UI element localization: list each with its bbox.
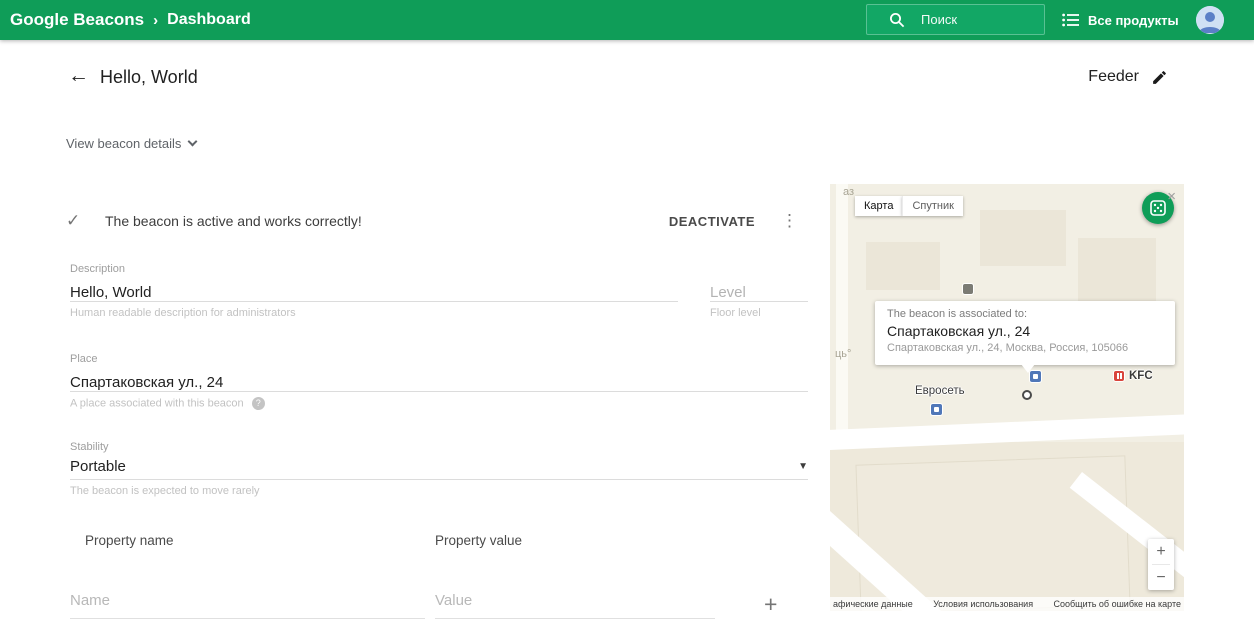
restaurant-icon (1113, 370, 1125, 382)
stability-helper: The beacon is expected to move rarely (70, 485, 260, 497)
stability-select[interactable]: Stability Portable ▼ The beacon is expec… (70, 441, 808, 497)
breadcrumb-google-beacons[interactable]: Google Beacons (10, 10, 144, 30)
registry-indicator: Feeder (1088, 68, 1168, 86)
stability-label: Stability (70, 441, 109, 453)
map-type-map-button[interactable]: Карта (855, 196, 903, 216)
property-name-header: Property name (85, 533, 174, 548)
street-label-fragment: аз (843, 186, 855, 198)
zoom-in-button[interactable]: + (1148, 539, 1174, 564)
avatar[interactable] (1196, 6, 1224, 34)
level-helper: Floor level (710, 307, 761, 319)
all-products-button[interactable]: Все продукты (1062, 0, 1179, 40)
place-helper: A place associated with this beacon ? (70, 397, 808, 410)
map-type-control: Карта Спутник (855, 196, 963, 216)
info-window-address: Спартаковская ул., 24, Москва, Россия, 1… (887, 342, 1129, 354)
property-value-input[interactable] (435, 592, 715, 619)
level-label-spacer (710, 263, 808, 283)
shop-marker-icon (930, 403, 943, 416)
street-label-fragment: ць° (835, 348, 852, 360)
back-button[interactable]: ← (68, 64, 89, 88)
search-input[interactable] (921, 12, 1044, 27)
attribution-data-label: афические данные (833, 599, 913, 609)
deactivate-button[interactable]: DEACTIVATE (669, 214, 755, 229)
page-title: Hello, World (100, 67, 198, 87)
map-building (866, 242, 940, 290)
property-name-input[interactable] (70, 592, 425, 619)
status-message: The beacon is active and works correctly… (105, 213, 362, 229)
poi-kfc-label: KFC (1129, 370, 1153, 382)
view-beacon-details-toggle[interactable]: View beacon details (66, 136, 198, 151)
status-bar: ✓ The beacon is active and works correct… (66, 206, 808, 236)
stability-value: Portable (70, 458, 126, 475)
help-icon[interactable]: ? (251, 397, 265, 410)
map-attribution: афические данные Условия использования С… (830, 597, 1184, 611)
zoom-control: + − (1148, 539, 1174, 590)
search-icon (890, 12, 905, 27)
beacon-location-ring (1022, 390, 1032, 400)
level-input[interactable]: Level (710, 283, 808, 302)
search-box[interactable] (866, 4, 1045, 35)
close-icon[interactable]: × (1167, 188, 1176, 205)
top-bar: Google Beacons › Dashboard Все продукты (0, 0, 1254, 40)
poi-euroset-label[interactable]: Евросеть (915, 385, 965, 397)
check-icon: ✓ (66, 211, 81, 230)
dropdown-arrow-icon: ▼ (798, 461, 808, 472)
description-field: Description Hello, World Human readable … (70, 263, 678, 319)
all-products-label: Все продукты (1088, 12, 1179, 28)
map-building (980, 210, 1066, 266)
level-field: Level Floor level (710, 263, 808, 319)
terms-of-use-link[interactable]: Условия использования (933, 599, 1033, 609)
poi-icon (962, 283, 974, 295)
description-helper: Human readable description for administr… (70, 307, 296, 319)
chevron-down-icon (187, 136, 198, 147)
beacon-grid-icon (1150, 200, 1166, 216)
description-label: Description (70, 263, 126, 275)
google-beacons-page: Google Beacons › Dashboard Все продукты (0, 0, 1254, 623)
map-type-satellite-button[interactable]: Спутник (902, 196, 963, 216)
place-field: Place Спартаковская ул., 24 A place asso… (70, 353, 808, 410)
edit-icon[interactable] (1151, 69, 1168, 86)
place-helper-text: A place associated with this beacon (70, 397, 244, 410)
place-label: Place (70, 353, 98, 365)
beacon-marker-icon[interactable] (1029, 370, 1042, 383)
view-beacon-details-label: View beacon details (66, 136, 182, 151)
info-window-title: The beacon is associated to: (887, 308, 1028, 320)
stability-value-row[interactable]: Portable ▼ (70, 458, 808, 480)
breadcrumb-separator: › (153, 11, 159, 29)
property-value-header: Property value (435, 533, 523, 548)
description-input[interactable]: Hello, World (70, 283, 678, 302)
breadcrumb-dashboard[interactable]: Dashboard (167, 11, 251, 29)
info-window-place: Спартаковская ул., 24 (887, 323, 1031, 339)
map-info-window: The beacon is associated to: Спартаковск… (875, 301, 1175, 365)
map[interactable]: аз ць° Карта Спутник The beacon is assoc… (830, 184, 1184, 611)
map-building (1078, 238, 1156, 302)
zoom-out-button[interactable]: − (1148, 565, 1174, 590)
place-input[interactable]: Спартаковская ул., 24 (70, 373, 808, 392)
kebab-menu-icon[interactable]: ⋮ (781, 211, 798, 231)
user-avatar-icon (1196, 6, 1224, 34)
products-list-icon (1062, 13, 1079, 27)
registry-name: Feeder (1088, 68, 1139, 85)
breadcrumb: Google Beacons › Dashboard (10, 0, 251, 40)
add-property-button[interactable]: + (764, 593, 777, 616)
poi-kfc[interactable]: KFC (1113, 370, 1153, 382)
report-map-error-link[interactable]: Сообщить об ошибке на карте (1054, 599, 1181, 609)
